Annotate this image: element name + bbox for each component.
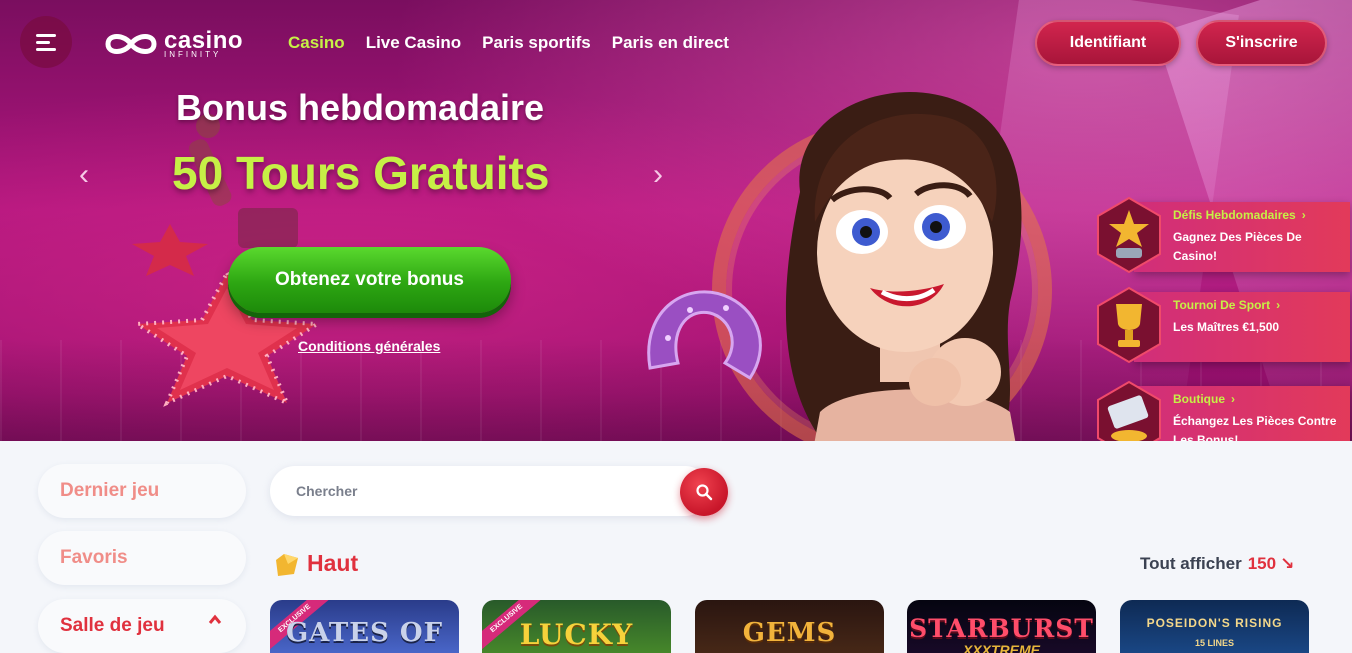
sidebar-item-label: Favoris	[60, 547, 128, 568]
gem-icon	[276, 554, 298, 576]
game-tile[interactable]: STARBURST XXXTREME	[907, 600, 1096, 653]
sidebar-item-label: Dernier jeu	[60, 480, 160, 501]
game-tile[interactable]: EXCLUSIVE GATES OF	[270, 600, 459, 653]
chevron-right-icon: ›	[1301, 208, 1306, 222]
cup-trophy-icon	[1097, 286, 1161, 364]
search-button[interactable]	[680, 468, 728, 516]
see-all-label: Tout afficher	[1140, 554, 1242, 573]
infinity-logo-icon	[105, 34, 157, 54]
page: casino INFINITY Casino Live Casino Paris…	[0, 0, 1352, 653]
promo-title: Bonus hebdomadaire	[176, 87, 545, 128]
games-count: 150	[1247, 554, 1277, 573]
sidebar-item-label: Salle de jeu	[60, 615, 165, 636]
game-title: LUCKY	[519, 618, 634, 651]
sidebar-item-favorites[interactable]: Favoris	[38, 531, 246, 585]
main-nav: Casino Live Casino Paris sportifs Paris …	[288, 33, 729, 53]
game-tile[interactable]: EXCLUSIVE LUCKY	[482, 600, 671, 653]
login-button[interactable]: Identifiant	[1035, 20, 1181, 66]
nav-live-casino[interactable]: Live Casino	[366, 33, 461, 53]
star-trophy-icon	[1097, 196, 1161, 274]
get-bonus-button[interactable]: Obtenez votre bonus	[228, 247, 511, 313]
widget-text: Les Maîtres €1,500	[1173, 320, 1280, 334]
search-bar	[270, 466, 710, 516]
widget-title: Boutique	[1173, 392, 1225, 406]
chevron-up-icon	[208, 614, 222, 624]
sidebar-item-game-room[interactable]: Salle de jeu	[38, 599, 246, 653]
casino-logo[interactable]: casino INFINITY	[102, 27, 243, 61]
chevron-right-icon: ›	[1276, 298, 1281, 312]
game-tile[interactable]: GEMS	[695, 600, 884, 653]
see-all-link[interactable]: Tout afficher 150 ↘	[1140, 554, 1294, 574]
nav-casino[interactable]: Casino	[288, 33, 345, 53]
hamburger-icon	[36, 34, 56, 51]
carousel-next-arrow-icon[interactable]: ›	[646, 160, 670, 190]
content-curve-decoration	[700, 441, 1352, 531]
menu-button[interactable]	[20, 16, 72, 68]
game-title: STARBURST	[909, 614, 1094, 643]
game-title: POSEIDON'S RISING	[1146, 616, 1283, 630]
game-title: GATES OF	[285, 618, 444, 648]
carousel-prev-arrow-icon[interactable]: ‹	[72, 160, 96, 190]
nav-sports-betting[interactable]: Paris sportifs	[482, 33, 591, 53]
nav-live-betting[interactable]: Paris en direct	[612, 33, 729, 53]
sidebar-item-last-game[interactable]: Dernier jeu	[38, 464, 246, 518]
section-title: Haut	[307, 550, 359, 576]
widget-title: Défis Hebdomadaires	[1173, 208, 1296, 222]
signup-button[interactable]: S'inscrire	[1196, 20, 1327, 66]
terms-link[interactable]: Conditions générales	[298, 338, 440, 354]
widget-text: Gagnez Des Pièces De Casino!	[1173, 230, 1302, 263]
game-subtitle: 15 LINES	[1194, 638, 1234, 648]
widget-sport-tournament[interactable]: Tournoi De Sport › Les Maîtres €1,500	[1094, 286, 1350, 364]
widget-title: Tournoi De Sport	[1173, 298, 1271, 312]
game-tile[interactable]: POSEIDON'S RISING 15 LINES	[1120, 600, 1309, 653]
widget-weekly-challenges[interactable]: Défis Hebdomadaires › Gagnez Des Pièces D…	[1094, 196, 1350, 274]
promo-subtitle: 50 Tours Gratuits	[172, 147, 550, 199]
search-input[interactable]	[296, 480, 656, 502]
game-title: GEMS	[742, 618, 837, 648]
chevron-right-icon: ›	[1231, 392, 1235, 406]
arrow-down-right-icon: ↘	[1280, 554, 1295, 573]
game-subtitle: XXXTREME	[962, 642, 1040, 653]
search-icon	[696, 484, 713, 501]
